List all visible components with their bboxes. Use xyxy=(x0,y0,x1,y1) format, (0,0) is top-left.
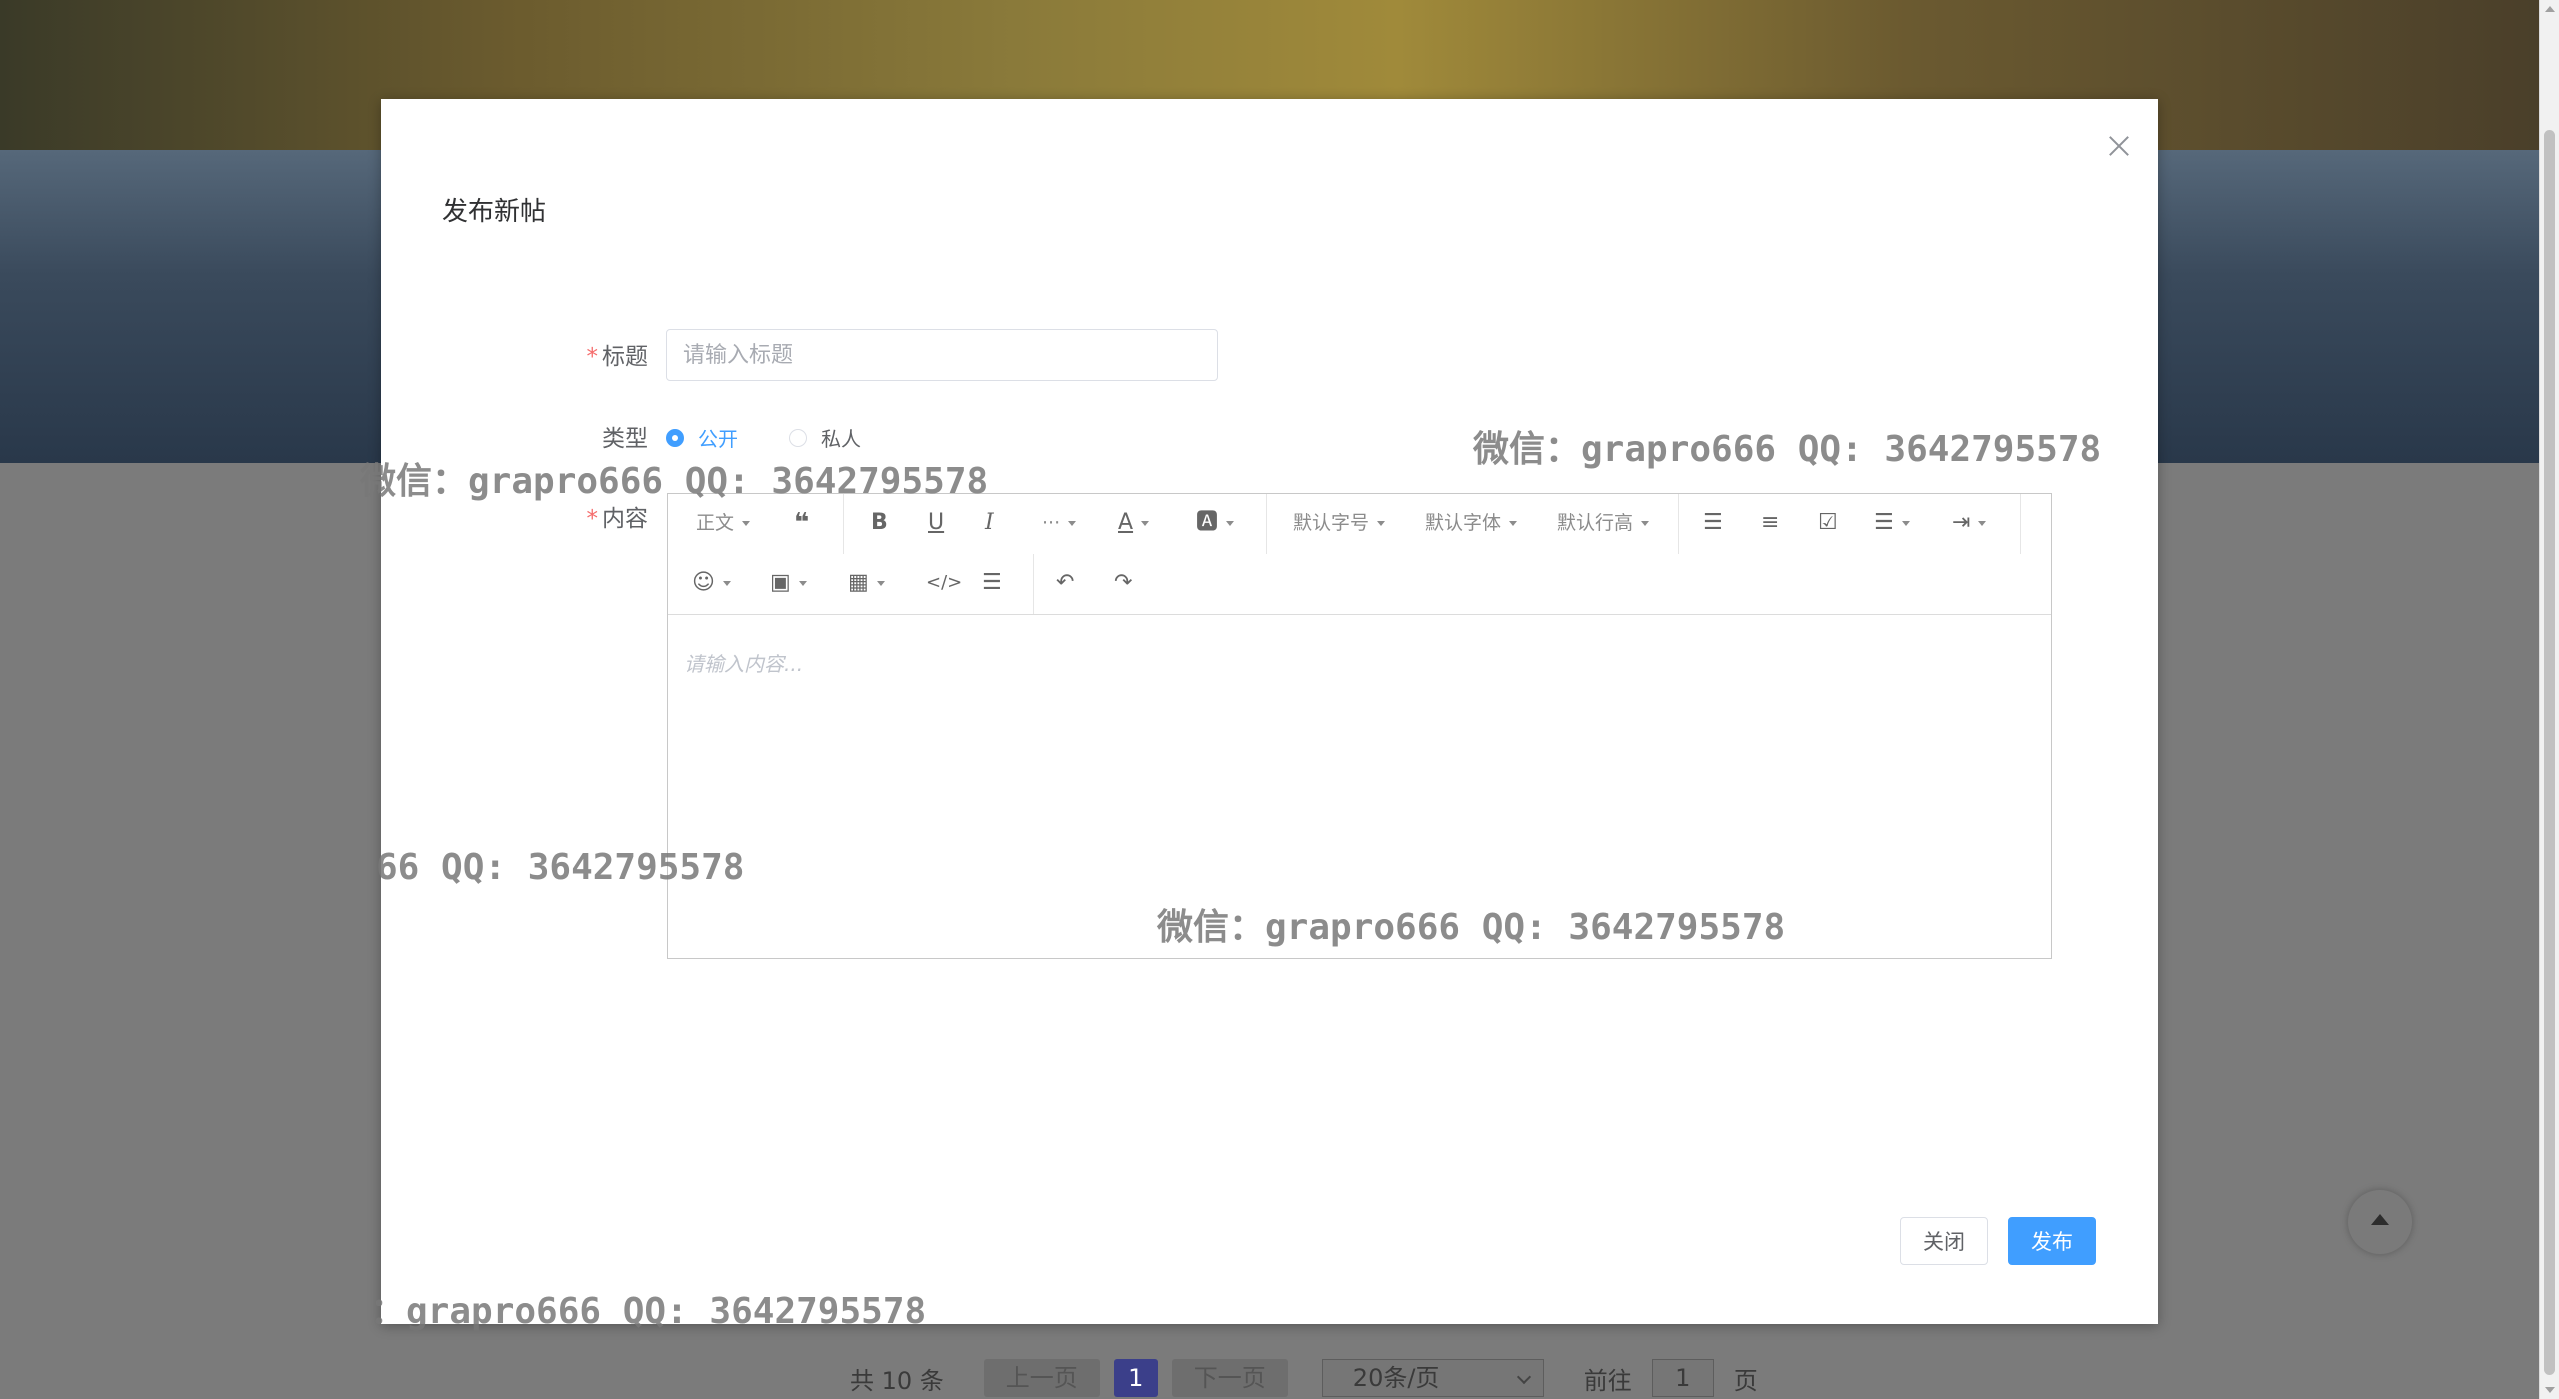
chevron-down-icon xyxy=(722,580,731,586)
table-icon[interactable]: ▦ xyxy=(848,568,885,598)
italic-icon[interactable]: I xyxy=(985,508,994,538)
more-button[interactable]: ··· xyxy=(1042,508,1077,538)
todo-icon[interactable]: ☑ xyxy=(1818,508,1838,538)
editor-content-area[interactable]: 请输入内容... xyxy=(668,614,2051,958)
emoji-icon[interactable]: ☺ xyxy=(692,568,731,598)
prev-page-button[interactable]: 上一页 xyxy=(983,1359,1100,1397)
goto-suffix: 页 xyxy=(1733,1366,1758,1395)
font-family-select[interactable]: 默认字体 xyxy=(1425,508,1518,538)
back-to-top-button[interactable] xyxy=(2348,1190,2412,1254)
toolbar-divider xyxy=(843,494,844,554)
content-label: * 内容 xyxy=(586,506,649,532)
scroll-down-icon[interactable] xyxy=(2545,1387,2555,1393)
toolbar-divider xyxy=(2020,494,2021,554)
page-scrollbar[interactable] xyxy=(2539,0,2559,1399)
rich-text-editor: 正文 ❝ B U I ··· A 🅰 默认字号 默认字体 默认行高 ☰ ≡ ☑ … xyxy=(667,493,2052,959)
editor-placeholder: 请输入内容... xyxy=(684,652,804,676)
image-icon[interactable]: ▣ xyxy=(770,568,807,598)
chevron-down-icon xyxy=(1901,520,1910,526)
chevron-down-icon xyxy=(876,580,885,586)
chevron-down-icon xyxy=(1377,520,1386,526)
align-icon[interactable]: ☰ xyxy=(1874,508,1910,538)
pagination-total: 共 10 条 xyxy=(850,1366,944,1395)
scrollbar-thumb[interactable] xyxy=(2544,130,2555,1375)
pagination: 共 10 条 上一页 1 下一页 20条/页 前往 1 页 xyxy=(850,1358,1758,1398)
radio-public-dot xyxy=(666,428,684,447)
code-icon[interactable]: </> xyxy=(926,568,962,598)
close-button[interactable]: 关闭 xyxy=(1900,1217,1988,1265)
quote-icon[interactable]: ❝ xyxy=(794,508,809,538)
title-label: * 标题 xyxy=(586,344,649,370)
chevron-down-icon xyxy=(798,580,807,586)
undo-icon[interactable]: ↶ xyxy=(1056,568,1074,598)
bulleted-list-icon[interactable]: ☰ xyxy=(1703,508,1723,538)
chevron-down-icon xyxy=(1641,520,1650,526)
toolbar-divider xyxy=(1678,494,1679,554)
title-input[interactable] xyxy=(666,329,1218,381)
underline-icon[interactable]: U xyxy=(928,508,944,538)
chevron-down-icon xyxy=(1226,520,1235,526)
radio-public-label: 公开 xyxy=(698,427,738,451)
font-color-icon[interactable]: A xyxy=(1118,508,1150,538)
divider-icon[interactable]: ☰ xyxy=(982,568,1002,598)
indent-icon[interactable]: ⇥ xyxy=(1952,508,1987,538)
background-color-icon[interactable]: 🅰 xyxy=(1196,508,1235,538)
required-mark: * xyxy=(586,506,599,532)
goto-prefix: 前往 xyxy=(1583,1366,1632,1395)
page-number-current[interactable]: 1 xyxy=(1113,1359,1158,1397)
type-label: 类型 xyxy=(602,426,648,452)
toolbar-divider xyxy=(1033,554,1034,614)
radio-private-label: 私人 xyxy=(821,427,861,451)
chevron-down-icon xyxy=(742,520,751,526)
publish-button[interactable]: 发布 xyxy=(2008,1217,2096,1265)
paragraph-select[interactable]: 正文 xyxy=(696,508,751,538)
bold-icon[interactable]: B xyxy=(871,508,888,538)
dialog-title: 发布新帖 xyxy=(442,197,547,227)
next-page-button[interactable]: 下一页 xyxy=(1171,1359,1288,1397)
toolbar-divider xyxy=(1266,494,1267,554)
chevron-down-icon xyxy=(1068,520,1077,526)
numbered-list-icon[interactable]: ≡ xyxy=(1761,508,1779,538)
radio-private[interactable]: 私人 xyxy=(789,423,861,452)
required-mark: * xyxy=(586,344,599,370)
line-height-select[interactable]: 默认行高 xyxy=(1557,508,1650,538)
font-size-select[interactable]: 默认字号 xyxy=(1293,508,1386,538)
radio-public[interactable]: 公开 xyxy=(666,423,738,452)
scroll-up-icon[interactable] xyxy=(2545,6,2555,12)
goto-page-input[interactable]: 1 xyxy=(1651,1359,1714,1397)
redo-icon[interactable]: ↷ xyxy=(1114,568,1132,598)
editor-toolbar: 正文 ❝ B U I ··· A 🅰 默认字号 默认字体 默认行高 ☰ ≡ ☑ … xyxy=(668,494,2051,615)
close-icon[interactable] xyxy=(2106,133,2132,159)
chevron-down-icon xyxy=(1141,520,1150,526)
chevron-down-icon xyxy=(1509,520,1518,526)
radio-private-dot xyxy=(789,428,807,447)
chevron-down-icon xyxy=(1978,520,1987,526)
page-size-select[interactable]: 20条/页 xyxy=(1321,1359,1544,1397)
publish-post-dialog: 发布新帖 *标题 类型 公开 私人 *内容 正文 ❝ B U I ··· xyxy=(381,99,2158,1324)
